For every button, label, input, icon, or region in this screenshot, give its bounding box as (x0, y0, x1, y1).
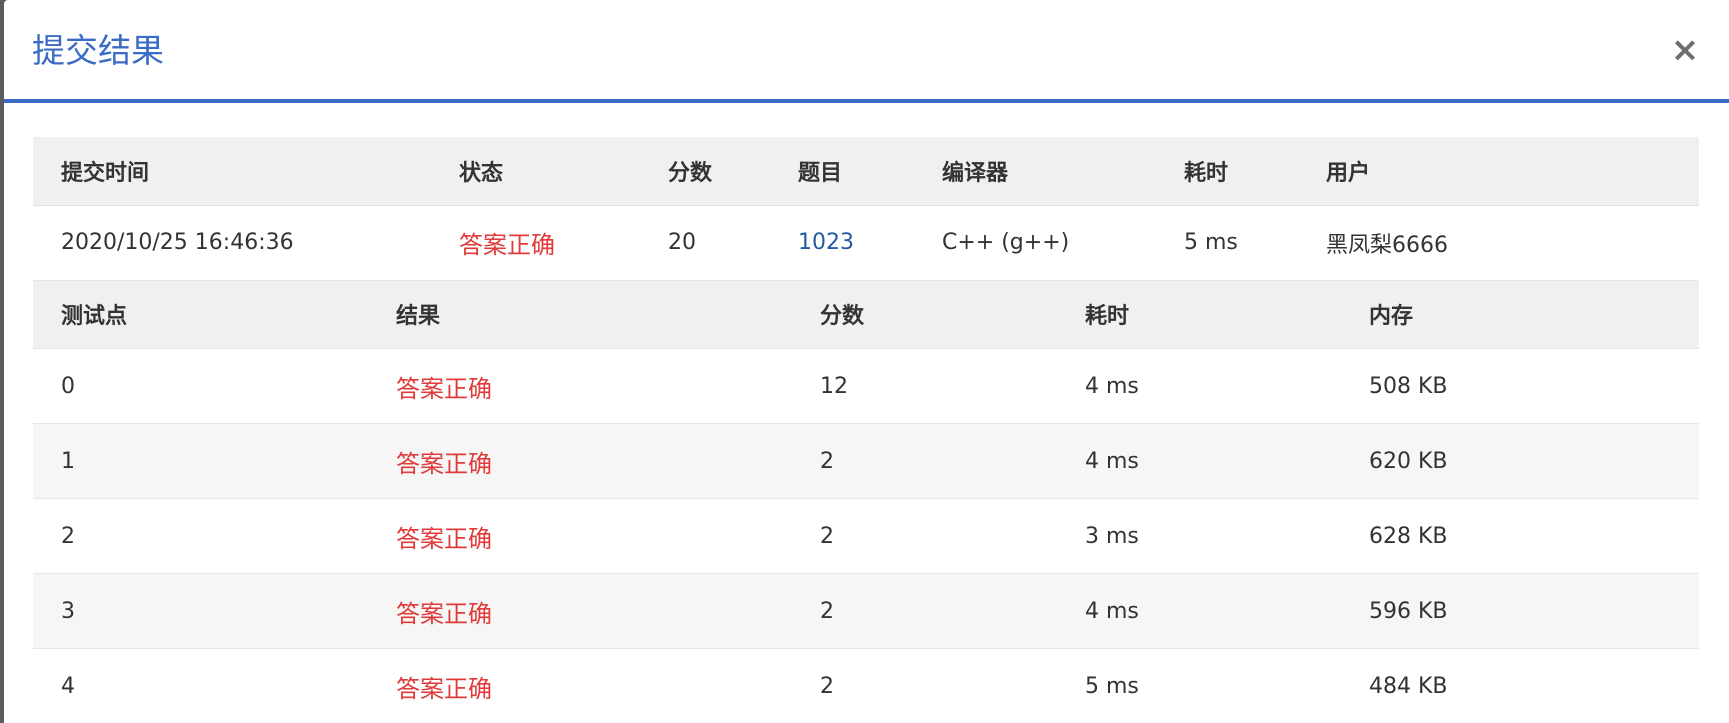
case-result: 答案正确 (368, 573, 792, 649)
case-duration: 3 ms (1057, 498, 1341, 574)
submission-result-dialog: 提交结果 × 提交时间 状态 分数 题目 编译器 耗时 用户 2020/10/2… (4, 0, 1729, 723)
case-result: 答案正确 (368, 348, 792, 424)
case-result: 答案正确 (368, 648, 792, 723)
case-score: 2 (792, 498, 1057, 574)
submission-summary-table: 提交时间 状态 分数 题目 编译器 耗时 用户 2020/10/25 16:46… (33, 137, 1699, 281)
case-duration: 4 ms (1057, 573, 1341, 649)
header-problem: 题目 (770, 137, 914, 206)
total-duration: 5 ms (1156, 205, 1298, 281)
header-case-score: 分数 (792, 280, 1057, 349)
problem-cell: 1023 (770, 205, 914, 281)
case-id: 4 (33, 648, 368, 723)
case-memory: 620 KB (1341, 423, 1699, 499)
case-result: 答案正确 (368, 423, 792, 499)
dialog-header: 提交结果 × (4, 0, 1729, 103)
case-score: 2 (792, 573, 1057, 649)
header-duration: 耗时 (1156, 137, 1298, 206)
header-memory: 内存 (1341, 280, 1699, 349)
case-duration: 4 ms (1057, 423, 1341, 499)
case-id: 0 (33, 348, 368, 424)
case-memory: 484 KB (1341, 648, 1699, 723)
cases-header-row: 测试点 结果 分数 耗时 内存 (33, 280, 1699, 349)
case-result: 答案正确 (368, 498, 792, 574)
header-result: 结果 (368, 280, 792, 349)
case-duration: 5 ms (1057, 648, 1341, 723)
dialog-title: 提交结果 (32, 31, 164, 70)
header-submit-time: 提交时间 (33, 137, 431, 206)
header-test-case: 测试点 (33, 280, 368, 349)
user-name: 黑凤梨6666 (1298, 205, 1699, 281)
header-case-duration: 耗时 (1057, 280, 1341, 349)
header-status: 状态 (431, 137, 640, 206)
header-score: 分数 (640, 137, 770, 206)
summary-header-row: 提交时间 状态 分数 题目 编译器 耗时 用户 (33, 137, 1699, 206)
status-badge: 答案正确 (431, 205, 640, 281)
case-id: 1 (33, 423, 368, 499)
case-id: 3 (33, 573, 368, 649)
problem-link[interactable]: 1023 (798, 230, 854, 255)
case-score: 2 (792, 648, 1057, 723)
close-icon[interactable]: × (1667, 30, 1703, 70)
case-memory: 628 KB (1341, 498, 1699, 574)
test-cases-table: 测试点 结果 分数 耗时 内存 0 答案正确 12 4 ms 508 KB 1 (33, 280, 1699, 723)
submit-time: 2020/10/25 16:46:36 (33, 205, 431, 281)
case-id: 2 (33, 498, 368, 574)
table-row: 3 答案正确 2 4 ms 596 KB (33, 573, 1699, 649)
case-score: 2 (792, 423, 1057, 499)
header-user: 用户 (1298, 137, 1699, 206)
case-score: 12 (792, 348, 1057, 424)
table-row: 0 答案正确 12 4 ms 508 KB (33, 348, 1699, 424)
case-memory: 508 KB (1341, 348, 1699, 424)
dialog-body: 提交时间 状态 分数 题目 编译器 耗时 用户 2020/10/25 16:46… (4, 103, 1729, 723)
summary-row: 2020/10/25 16:46:36 答案正确 20 1023 C++ (g+… (33, 205, 1699, 281)
total-score: 20 (640, 205, 770, 281)
case-memory: 596 KB (1341, 573, 1699, 649)
table-row: 2 答案正确 2 3 ms 628 KB (33, 498, 1699, 574)
table-row: 1 答案正确 2 4 ms 620 KB (33, 423, 1699, 499)
table-row: 4 答案正确 2 5 ms 484 KB (33, 648, 1699, 723)
header-compiler: 编译器 (914, 137, 1156, 206)
case-duration: 4 ms (1057, 348, 1341, 424)
compiler: C++ (g++) (914, 205, 1156, 281)
